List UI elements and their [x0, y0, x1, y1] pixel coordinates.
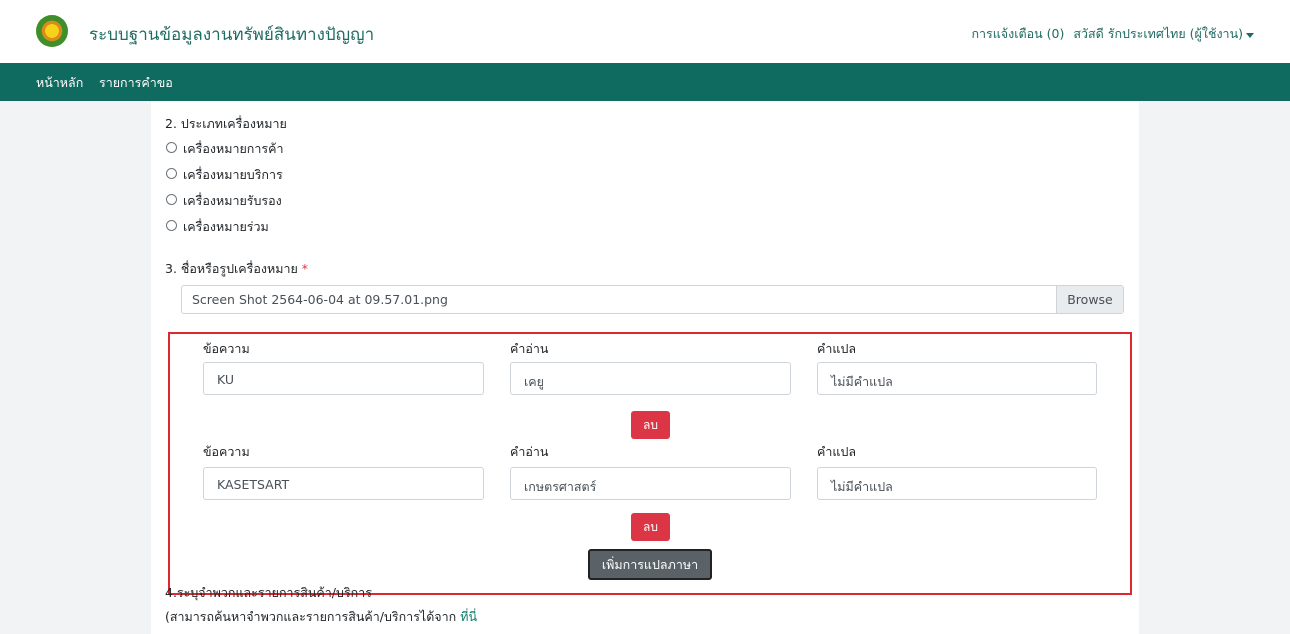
user-menu[interactable]: สวัสดี รักประเทศไทย (ผู้ใช้งาน) [1073, 24, 1254, 44]
section4-title: 4.ระบุจำพวกและรายการสินค้า/บริการ [165, 585, 372, 600]
file-name: Screen Shot 2564-06-04 at 09.57.01.png [192, 292, 448, 307]
radio-label-trademark: เครื่องหมายการค้า [183, 141, 284, 156]
text-field-2[interactable]: KASETSART [203, 467, 484, 500]
top-header: ระบบฐานข้อมูลงานทรัพย์สินทางปัญญา การแจ้… [0, 0, 1290, 63]
radio-label-collective-mark: เครื่องหมายร่วม [183, 219, 269, 234]
meaning-field-1[interactable]: ไม่มีคำแปล [817, 362, 1097, 395]
main-navbar: หน้าหลัก รายการคำขอ [0, 63, 1290, 101]
meaning-label: คำแปล [817, 444, 857, 459]
notifications-link[interactable]: การแจ้งเตือน (0) [971, 24, 1064, 44]
section2-title: 2. ประเภทเครื่องหมาย [165, 116, 287, 131]
header-right: การแจ้งเตือน (0) สวัสดี รักประเทศไทย (ผู… [971, 24, 1254, 44]
nav-home[interactable]: หน้าหลัก [36, 73, 83, 93]
text-field-1[interactable]: KU [203, 362, 484, 395]
chevron-down-icon [1246, 33, 1254, 38]
section3-label: 3. ชื่อหรือรูปเครื่องหมาย [165, 261, 298, 276]
reading-field-1[interactable]: เคยู [510, 362, 791, 395]
app-title[interactable]: ระบบฐานข้อมูลงานทรัพย์สินทางปัญญา [89, 21, 374, 48]
user-greeting: สวัสดี รักประเทศไทย (ผู้ใช้งาน) [1073, 26, 1243, 41]
browse-button[interactable]: Browse [1056, 286, 1123, 313]
text-label: ข้อความ [203, 444, 250, 459]
reading-label: คำอ่าน [510, 444, 549, 459]
mark-file-input[interactable]: Screen Shot 2564-06-04 at 09.57.01.png B… [181, 285, 1124, 314]
radio-service-mark[interactable] [166, 168, 177, 179]
section3-title: 3. ชื่อหรือรูปเครื่องหมาย * [165, 259, 308, 279]
add-translation-button[interactable]: เพิ่มการแปลภาษา [588, 549, 712, 580]
meaning-field-2[interactable]: ไม่มีคำแปล [817, 467, 1097, 500]
meaning-label: คำแปล [817, 341, 857, 356]
required-asterisk: * [301, 261, 309, 276]
delete-button-1[interactable]: ลบ [631, 411, 670, 439]
app-logo [36, 15, 68, 47]
reading-label: คำอ่าน [510, 341, 549, 356]
radio-label-certification-mark: เครื่องหมายรับรอง [183, 193, 282, 208]
radio-trademark[interactable] [166, 142, 177, 153]
classes-search-link[interactable]: ที่นี่ [460, 609, 477, 624]
section4-hint-text: (สามารถค้นหาจำพวกและรายการสินค้า/บริการไ… [165, 609, 457, 624]
radio-certification-mark[interactable] [166, 194, 177, 205]
delete-button-2[interactable]: ลบ [631, 513, 670, 541]
text-label: ข้อความ [203, 341, 250, 356]
section4-hint: (สามารถค้นหาจำพวกและรายการสินค้า/บริการไ… [165, 607, 477, 627]
reading-field-2[interactable]: เกษตรศาสตร์ [510, 467, 791, 500]
nav-requests[interactable]: รายการคำขอ [99, 73, 173, 93]
radio-collective-mark[interactable] [166, 220, 177, 231]
radio-label-service-mark: เครื่องหมายบริการ [183, 167, 283, 182]
